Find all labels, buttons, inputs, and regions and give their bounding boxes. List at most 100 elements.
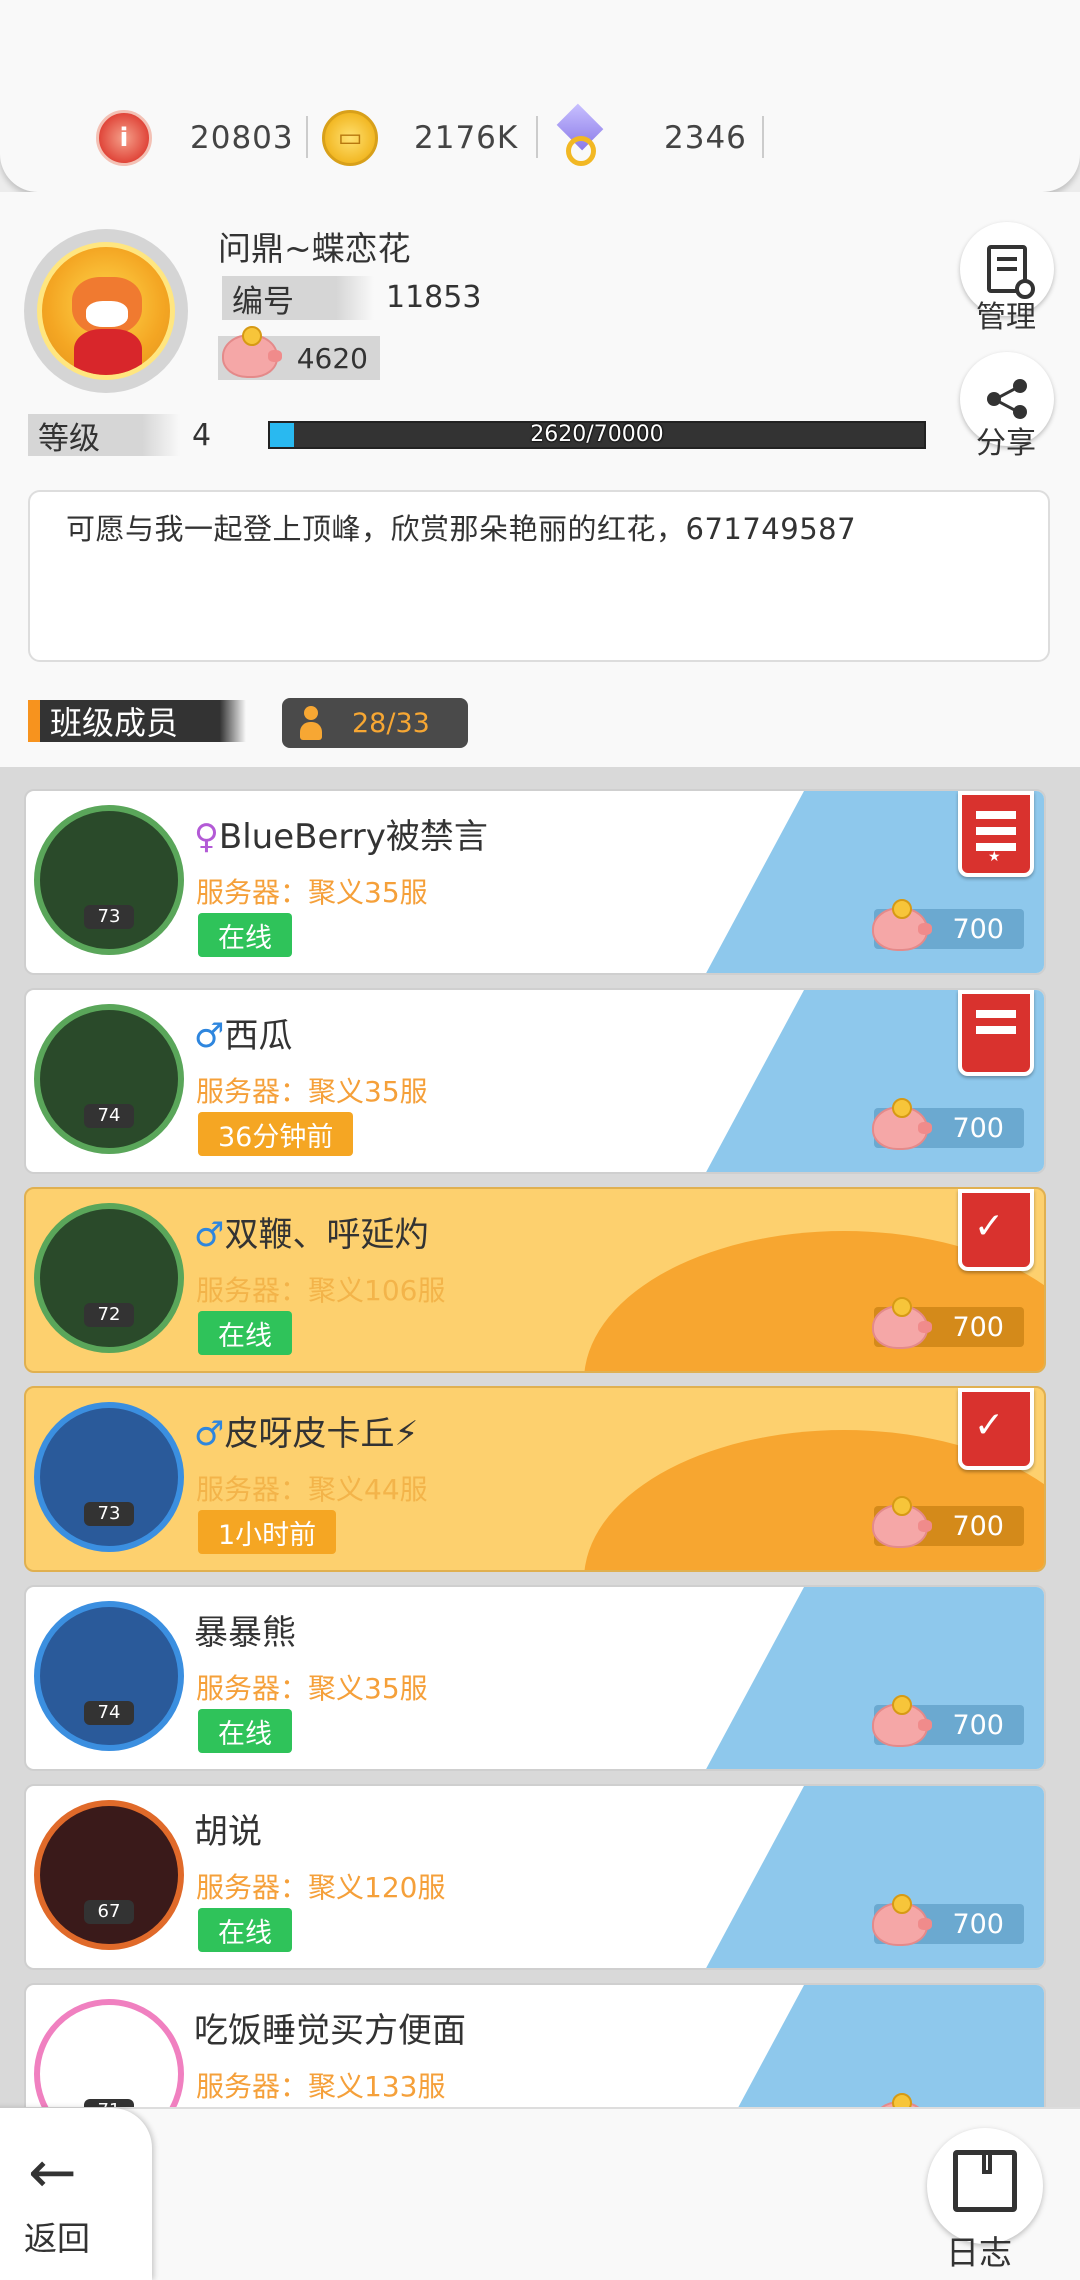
id-value: 11853 [386, 280, 482, 315]
member-server: 服务器：聚义35服 [196, 1075, 428, 1108]
member-status: 在线 [198, 913, 292, 957]
card-background [704, 1985, 804, 2107]
member-card[interactable]: 74 ♂西瓜 服务器：聚义35服 36分钟前 700 [24, 988, 1046, 1174]
back-label: 返回 [24, 2219, 90, 2258]
member-level: 74 [84, 1104, 134, 1128]
gender-icon: ♂ [194, 1215, 225, 1255]
manage-label: 管理 [976, 300, 1036, 335]
member-card[interactable]: 67 胡说 服务器：聚义120服 在线 700 [24, 1784, 1046, 1970]
member-card[interactable]: 72 ♂双鞭、呼延灼 服务器：聚义106服 在线 ✓ 700 [24, 1187, 1046, 1373]
piggy-bank-icon [872, 1297, 932, 1349]
member-name: ♂皮呀皮卡丘⚡ [194, 1406, 418, 1455]
gold-coin-icon: ▭ [322, 110, 378, 166]
member-name-text: 吃饭睡觉买方便面 [194, 2011, 466, 2051]
member-server: 服务器：聚义106服 [196, 1274, 446, 1307]
member-name-text: 暴暴熊 [194, 1613, 296, 1653]
member-status: 在线 [198, 1908, 292, 1952]
bio-text: 可愿与我一起登上顶峰，欣赏那朵艳丽的红花，671749587 [66, 512, 857, 546]
members-title: 班级成员 [50, 704, 179, 742]
level-value: 4 [192, 418, 212, 453]
gold-value: 2176K [414, 120, 519, 156]
divider [762, 116, 764, 158]
card-background [704, 990, 804, 1172]
divider [536, 116, 538, 158]
member-avatar[interactable]: 74 [34, 1601, 184, 1751]
member-avatar[interactable]: 72 [34, 1203, 184, 1353]
honor-token-icon: i [96, 110, 152, 166]
member-card[interactable]: 74 暴暴熊 服务器：聚义35服 在线 700 [24, 1585, 1046, 1771]
divider [306, 116, 308, 158]
card-background [704, 1786, 804, 1968]
bio-box: 可愿与我一起登上顶峰，欣赏那朵艳丽的红花，671749587 [28, 490, 1050, 662]
piggy-bank-icon [872, 1894, 932, 1946]
member-server: 服务器：聚义120服 [196, 1871, 446, 1904]
member-level: 73 [84, 1502, 134, 1526]
id-label: 编号 [222, 276, 374, 320]
player-coins-value: 4620 [296, 341, 368, 375]
gender-icon: ♂ [194, 1016, 225, 1056]
member-avatar[interactable]: 71 [34, 1999, 184, 2107]
member-name: 胡说 [194, 1804, 262, 1853]
member-card[interactable]: 71 吃饭睡觉买方便面服务器：聚义133服 [24, 1983, 1046, 2107]
member-level: 71 [84, 2099, 134, 2107]
gem-value: 2346 [664, 120, 747, 156]
member-count: 28/33 [352, 707, 430, 739]
currency-gem: 2346 [552, 103, 747, 168]
log-label: 日志 [946, 2233, 1012, 2272]
player-avatar[interactable] [24, 229, 188, 393]
member-level: 74 [84, 1701, 134, 1725]
member-level: 72 [84, 1303, 134, 1327]
member-name-text: 胡说 [194, 1812, 262, 1852]
back-arrow-icon: ← [28, 2138, 77, 2206]
rank-icon: ★ [958, 791, 1034, 877]
member-status: 1小时前 [198, 1510, 337, 1554]
level-label: 等级 [28, 414, 180, 457]
bottom-bar [0, 2107, 1080, 2280]
player-name: 问鼎~蝶恋花 [218, 229, 411, 268]
member-list[interactable]: 73 ♀BlueBerry被禁言 服务器：聚义35服 在线 ★ 700 74 ♂西瓜 服务器：聚… [0, 767, 1080, 2107]
member-server: 服务器：聚义133服 [196, 2070, 446, 2103]
share-label: 分享 [976, 426, 1036, 461]
member-name: ♂双鞭、呼延灼 [194, 1207, 428, 1256]
piggy-bank-icon [872, 899, 932, 951]
piggy-bank-icon [872, 1496, 932, 1548]
book-icon [953, 2150, 1017, 2212]
member-name: ♂西瓜 [194, 1008, 292, 1057]
rank-icon [958, 990, 1034, 1076]
member-avatar[interactable]: 73 [34, 805, 184, 955]
gender-icon: ♀ [194, 817, 219, 857]
member-name-text: BlueBerry被禁言 [218, 817, 488, 857]
share-icon [987, 379, 1027, 419]
member-count-badge: 28/33 [282, 698, 468, 748]
back-button[interactable]: ← 返回 [0, 2108, 152, 2280]
member-name: 吃饭睡觉买方便面 [194, 2003, 466, 2052]
card-background [704, 1587, 804, 1769]
check-icon: ✓ [958, 1388, 1034, 1470]
piggy-bank-icon [222, 326, 282, 378]
gender-icon: ♂ [194, 1414, 225, 1454]
member-server: 服务器：聚义44服 [196, 1473, 428, 1506]
member-name-text: 双鞭、呼延灼 [224, 1215, 429, 1255]
member-level: 67 [84, 1900, 134, 1924]
manage-icon [987, 245, 1035, 299]
person-icon [300, 706, 322, 740]
check-icon: ✓ [958, 1189, 1034, 1271]
member-avatar[interactable]: 74 [34, 1004, 184, 1154]
xp-progress-bar: 2620/70000 [268, 421, 926, 449]
member-server: 服务器：聚义35服 [196, 1672, 428, 1705]
member-card[interactable]: 73 ♂皮呀皮卡丘⚡ 服务器：聚义44服 1小时前 ✓ 700 [24, 1386, 1046, 1572]
member-status: 在线 [198, 1311, 292, 1355]
piggy-bank-icon [872, 1098, 932, 1150]
card-background [804, 1985, 1044, 2107]
member-name-text: 西瓜 [224, 1016, 293, 1056]
member-card[interactable]: 73 ♀BlueBerry被禁言 服务器：聚义35服 在线 ★ 700 [24, 789, 1046, 975]
card-background [704, 791, 804, 973]
member-avatar[interactable]: 67 [34, 1800, 184, 1950]
member-name: 暴暴熊 [194, 1605, 296, 1654]
member-status: 36分钟前 [198, 1112, 354, 1156]
currency-gold: ▭ 2176K [322, 108, 518, 168]
gem-ring-icon [552, 103, 608, 166]
member-avatar[interactable]: 73 [34, 1402, 184, 1552]
currency-bar: i 20803 ▭ 2176K 2346 [0, 0, 1080, 192]
member-name: ♀BlueBerry被禁言 [194, 809, 488, 858]
